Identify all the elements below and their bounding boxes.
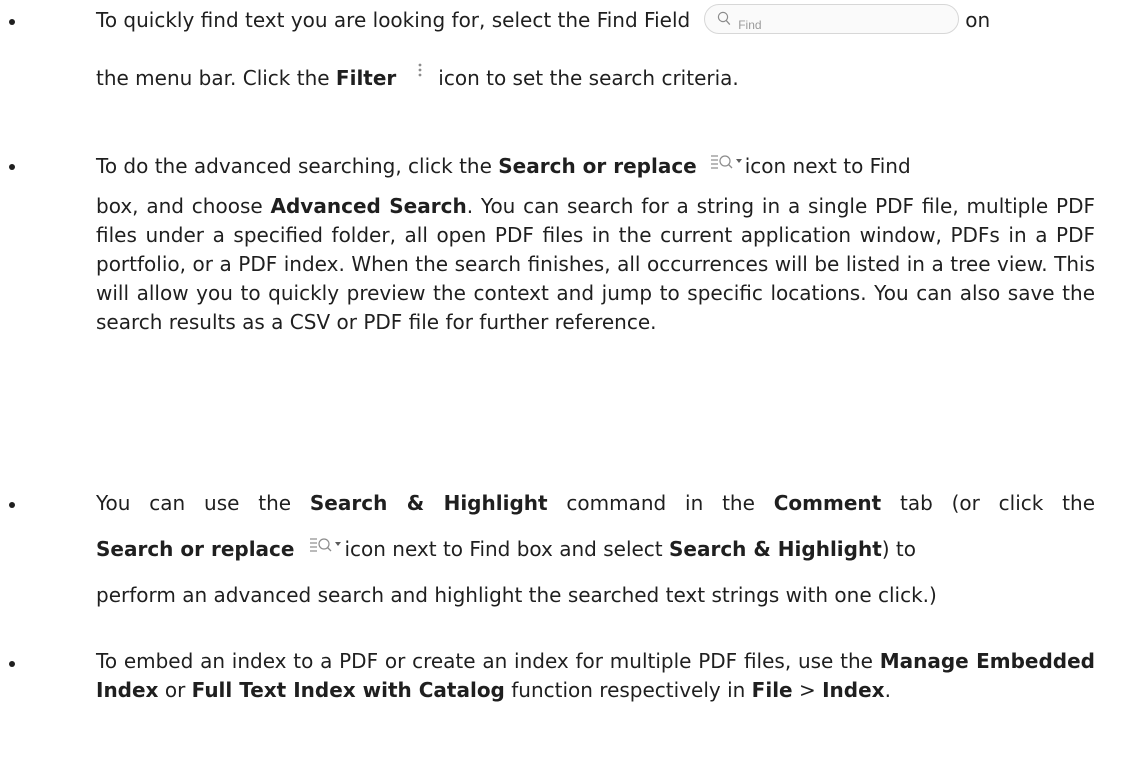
magnifier-icon — [718, 11, 731, 25]
bold-term: Full Text Index with Catalog — [191, 678, 505, 702]
vertical-ellipsis-icon — [418, 63, 422, 76]
text-run: on — [965, 8, 991, 32]
bold-term: Advanced Search — [270, 194, 467, 218]
text-run: . — [884, 678, 891, 702]
list-item-embed-index: To embed an index to a PDF or create an … — [0, 647, 1123, 705]
line: You can use the Search & Highlight comma… — [96, 485, 1095, 519]
text-run: You can use the — [96, 491, 310, 515]
bold-term: Index — [822, 678, 885, 702]
find-field-image: Find — [704, 3, 960, 34]
find-placeholder: Find — [738, 17, 762, 32]
list-item-find-field: To quickly find text you are looking for… — [0, 0, 1123, 94]
text-run: ) to — [881, 537, 917, 561]
text-run: > — [792, 678, 823, 702]
line: the menu bar. Click the Filter icon to se… — [96, 62, 1095, 94]
text-run: To embed an index to a PDF or create an … — [96, 649, 880, 673]
line: Search or replace icon next to Find box a… — [96, 533, 1095, 565]
text-run: or — [158, 678, 192, 702]
text-run: icon next to Find box and select — [344, 537, 669, 561]
bold-term: Comment — [773, 491, 882, 515]
text-run: command in the — [547, 491, 774, 515]
paragraph-rest: box, and choose Advanced Search. You can… — [96, 192, 1095, 337]
paragraph: To embed an index to a PDF or create an … — [96, 647, 1095, 705]
text-run: icon next to Find — [744, 154, 911, 178]
text-run: box, and choose — [96, 194, 271, 218]
bold-term: Search or replace — [498, 154, 697, 178]
bullet-dot — [9, 502, 15, 508]
bold-term: Search & Highlight — [669, 537, 882, 561]
line: To quickly find text you are looking for… — [96, 0, 1095, 36]
text-run: function respectively in — [504, 678, 752, 702]
search-or-replace-icon — [710, 154, 742, 169]
list-item-search-highlight: You can use the Search & Highlight comma… — [0, 485, 1123, 611]
text-run: the menu bar. Click the — [96, 66, 336, 90]
line: perform an advanced search and highlight… — [96, 579, 1095, 611]
bold-term: Search or replace — [96, 537, 295, 561]
list-item-advanced-search: To do the advanced searching, click the … — [0, 146, 1123, 337]
bold-term: File — [751, 678, 793, 702]
line: To do the advanced searching, click the … — [96, 146, 1095, 182]
text-run: icon to set the search criteria. — [438, 66, 739, 90]
bullet-dot — [9, 661, 15, 667]
text-run: To quickly find text you are looking for… — [96, 8, 691, 32]
bold-term: Search & Highlight — [309, 491, 548, 515]
help-page: To quickly find text you are looking for… — [0, 0, 1123, 767]
text-run: tab (or click the — [881, 491, 1096, 515]
text-run: perform an advanced search and highlight… — [96, 583, 937, 607]
search-or-replace-icon — [310, 537, 342, 552]
bullet-dot — [9, 164, 15, 170]
bullet-dot — [9, 19, 15, 25]
bold-term: Filter — [335, 66, 397, 90]
text-run: To do the advanced searching, click the — [96, 154, 499, 178]
